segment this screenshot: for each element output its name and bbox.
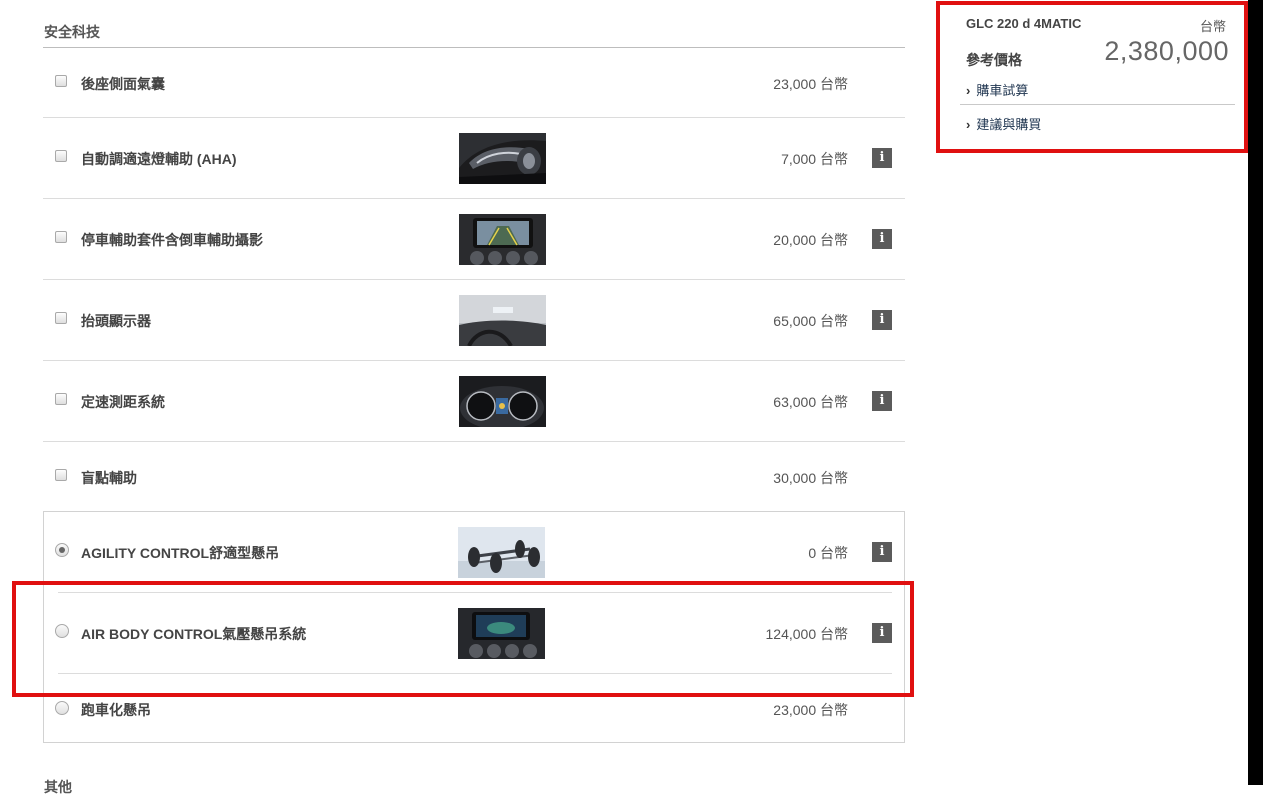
instrument-cluster-photo — [459, 376, 546, 427]
option-price: 65,000 台幣 — [773, 313, 848, 329]
option-label: 自動調適遠燈輔助 (AHA) — [81, 151, 237, 167]
suspension-row-agility-control: AGILITY CONTROL舒適型懸吊 0 台幣 i — [43, 512, 905, 592]
next-section-title: 其他 — [44, 779, 72, 795]
dashboard-display-photo — [458, 608, 545, 659]
option-row-distronic: 定速測距系統 63,000 台幣 i — [43, 361, 905, 442]
link-label: 購車試算 — [976, 83, 1029, 98]
option-row-head-up-display: 抬頭顯示器 65,000 台幣 i — [43, 280, 905, 361]
option-label: 跑車化懸吊 — [81, 702, 151, 718]
option-price: 23,000 台幣 — [773, 76, 848, 92]
info-icon[interactable]: i — [872, 148, 892, 168]
option-label: 抬頭顯示器 — [81, 313, 151, 329]
option-checkbox[interactable] — [55, 312, 67, 324]
option-label: AGILITY CONTROL舒適型懸吊 — [81, 545, 280, 561]
option-row-rear-side-airbag: 後座側面氣囊 23,000 台幣 — [43, 48, 905, 118]
reference-price-label: 參考價格 — [966, 52, 1022, 68]
chassis-photo — [458, 527, 545, 578]
total-price: 2,380,000 — [1104, 36, 1229, 66]
option-row-blind-spot: 盲點輔助 30,000 台幣 — [43, 442, 905, 511]
link-purchase-calculator[interactable]: › 購車試算 — [966, 80, 1028, 99]
link-recommend-and-buy[interactable]: › 建議與購買 — [966, 114, 1041, 133]
option-price: 30,000 台幣 — [773, 470, 848, 486]
option-checkbox[interactable] — [55, 150, 67, 162]
info-icon[interactable]: i — [872, 229, 892, 249]
option-checkbox[interactable] — [55, 393, 67, 405]
panel-divider — [960, 104, 1235, 105]
info-icon[interactable]: i — [872, 623, 892, 643]
option-row-aha: 自動調適遠燈輔助 (AHA) 7,000 台幣 i — [43, 118, 905, 199]
info-icon[interactable]: i — [872, 542, 892, 562]
option-price: 20,000 台幣 — [773, 232, 848, 248]
head-up-display-photo — [459, 295, 546, 346]
info-icon[interactable]: i — [872, 310, 892, 330]
chevron-right-icon: › — [966, 117, 971, 132]
option-label: 定速測距系統 — [81, 394, 165, 410]
option-price: 124,000 台幣 — [765, 626, 849, 642]
option-price: 7,000 台幣 — [781, 151, 848, 167]
option-label: 後座側面氣囊 — [81, 76, 165, 92]
info-icon[interactable]: i — [872, 391, 892, 411]
parking-camera-screen-photo — [459, 214, 546, 265]
chevron-right-icon: › — [966, 83, 971, 98]
suspension-row-air-body-control: AIR BODY CONTROL氣壓懸吊系統 124,000 台幣 i — [43, 593, 905, 673]
section-title: 安全科技 — [44, 24, 100, 40]
option-label: 停車輔助套件含倒車輔助攝影 — [81, 232, 263, 248]
model-name: GLC 220 d 4MATIC — [966, 16, 1082, 31]
option-row-parking-package: 停車輔助套件含倒車輔助攝影 20,000 台幣 i — [43, 199, 905, 280]
option-checkbox[interactable] — [55, 469, 67, 481]
suspension-radio[interactable] — [55, 543, 69, 557]
option-price: 63,000 台幣 — [773, 394, 848, 410]
option-price: 0 台幣 — [808, 545, 848, 561]
option-label: AIR BODY CONTROL氣壓懸吊系統 — [81, 626, 307, 642]
option-checkbox[interactable] — [55, 231, 67, 243]
suspension-radio[interactable] — [55, 701, 69, 715]
headlight-photo — [459, 133, 546, 184]
window-edge — [1248, 0, 1263, 785]
link-label: 建議與購買 — [976, 117, 1042, 132]
suspension-radio[interactable] — [55, 624, 69, 638]
option-label: 盲點輔助 — [81, 470, 137, 486]
suspension-row-sport: 跑車化懸吊 23,000 台幣 — [43, 674, 905, 742]
option-checkbox[interactable] — [55, 75, 67, 87]
option-price: 23,000 台幣 — [773, 702, 848, 718]
currency-label: 台幣 — [1200, 19, 1227, 34]
